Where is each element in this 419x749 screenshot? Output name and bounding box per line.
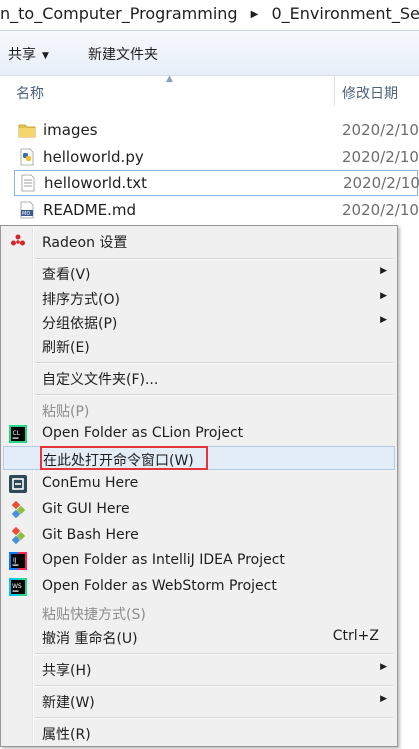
menu-label: 属性(R) bbox=[42, 727, 91, 743]
file-name: helloworld.txt bbox=[44, 174, 147, 192]
python-file-icon bbox=[20, 148, 34, 166]
file-row-selected[interactable]: helloworld.txt 2020/2/10 bbox=[14, 170, 419, 196]
highlight-box bbox=[40, 446, 208, 470]
menu-label: Git GUI Here bbox=[42, 501, 130, 517]
submenu-arrow-icon: ▶ bbox=[380, 266, 387, 276]
menu-item-paste-shortcut: 粘贴快捷方式(S) bbox=[3, 601, 395, 625]
menu-item-share[interactable]: 共享(H) ▶ bbox=[3, 657, 395, 681]
submenu-arrow-icon: ▶ bbox=[380, 315, 387, 325]
menu-item-new[interactable]: 新建(W) ▶ bbox=[3, 689, 395, 713]
conemu-icon bbox=[9, 475, 27, 493]
column-header: ▲ 名称 修改日期 bbox=[0, 74, 419, 106]
menu-label: Open Folder as IntelliJ IDEA Project bbox=[42, 552, 285, 568]
menu-label: 查看(V) bbox=[42, 267, 91, 283]
context-menu: Radeon 设置 查看(V) ▶ 排序方式(O) ▶ 分组依据(P) ▶ 刷新… bbox=[0, 225, 398, 747]
file-row[interactable]: MD README.md 2020/2/10 bbox=[14, 198, 419, 222]
chevron-down-icon: ▼ bbox=[42, 51, 49, 61]
menu-separator bbox=[35, 258, 393, 260]
menu-label: 刷新(E) bbox=[42, 340, 90, 356]
folder-icon bbox=[18, 124, 36, 138]
column-date-modified[interactable]: 修改日期 bbox=[342, 83, 398, 103]
file-name: helloworld.py bbox=[43, 148, 144, 166]
file-date: 2020/2/10 bbox=[342, 201, 419, 219]
menu-label: Open Folder as WebStorm Project bbox=[42, 578, 277, 594]
svg-text:MD: MD bbox=[22, 211, 30, 217]
sort-up-icon: ▲ bbox=[166, 74, 173, 84]
menu-item-webstorm[interactable]: WS Open Folder as WebStorm Project bbox=[3, 575, 395, 599]
intellij-icon: IJ bbox=[9, 552, 27, 570]
menu-item-git-bash[interactable]: Git Bash Here bbox=[3, 524, 395, 548]
menu-item-view[interactable]: 查看(V) ▶ bbox=[3, 261, 395, 285]
file-row[interactable]: helloworld.py 2020/2/10 bbox=[14, 145, 419, 169]
svg-text:IJ: IJ bbox=[13, 557, 17, 564]
submenu-arrow-icon: ▶ bbox=[380, 662, 387, 672]
submenu-arrow-icon: ▶ bbox=[380, 694, 387, 704]
menu-item-radeon[interactable]: Radeon 设置 bbox=[3, 229, 395, 253]
radeon-icon bbox=[11, 234, 25, 246]
file-date: 2020/2/10 bbox=[342, 148, 419, 166]
menu-item-git-gui[interactable]: Git GUI Here bbox=[3, 498, 395, 522]
webstorm-icon: WS bbox=[9, 578, 27, 596]
menu-label: Radeon 设置 bbox=[42, 235, 128, 251]
menu-item-undo-rename[interactable]: 撤消 重命名(U) Ctrl+Z bbox=[3, 625, 395, 649]
column-name[interactable]: 名称 bbox=[16, 83, 44, 103]
menu-label: 自定义文件夹(F)... bbox=[42, 372, 159, 388]
menu-item-refresh[interactable]: 刷新(E) bbox=[3, 334, 395, 358]
share-label: 共享 bbox=[8, 47, 36, 63]
menu-label: 撤消 重命名(U) bbox=[42, 631, 138, 647]
menu-item-properties[interactable]: 属性(R) bbox=[3, 721, 395, 745]
menu-separator bbox=[35, 685, 393, 687]
menu-label: 共享(H) bbox=[42, 663, 92, 679]
markdown-file-icon: MD bbox=[20, 201, 34, 219]
menu-label: 排序方式(O) bbox=[42, 292, 120, 308]
menu-separator bbox=[35, 362, 393, 364]
submenu-arrow-icon: ▶ bbox=[380, 291, 387, 301]
menu-item-open-command-window[interactable]: 在此处打开命令窗口(W) bbox=[3, 446, 395, 470]
menu-item-paste: 粘贴(P) bbox=[3, 398, 395, 422]
address-bar[interactable]: n_to_Computer_Programming ▶ 0_Environmen… bbox=[0, 0, 419, 31]
breadcrumb-segment[interactable]: n_to_Computer_Programming bbox=[0, 0, 238, 28]
menu-item-conemu[interactable]: ConEmu Here bbox=[3, 472, 395, 496]
menu-shortcut: Ctrl+Z bbox=[332, 628, 379, 644]
menu-item-clion[interactable]: CL Open Folder as CLion Project bbox=[3, 422, 395, 446]
menu-item-customize-folder[interactable]: 自定义文件夹(F)... bbox=[3, 366, 395, 390]
menu-label: Open Folder as CLion Project bbox=[42, 425, 244, 441]
toolbar: 共享 ▼ 新建文件夹 bbox=[0, 31, 419, 76]
column-divider[interactable] bbox=[334, 76, 335, 106]
clion-icon: CL bbox=[9, 425, 27, 443]
menu-label: Git Bash Here bbox=[42, 527, 139, 543]
text-file-icon bbox=[21, 174, 35, 192]
share-button[interactable]: 共享 ▼ bbox=[8, 44, 49, 64]
menu-separator bbox=[35, 394, 393, 396]
menu-label: 新建(W) bbox=[42, 695, 95, 711]
menu-label: ConEmu Here bbox=[42, 475, 139, 491]
menu-label: 粘贴(P) bbox=[42, 404, 90, 420]
menu-label: 分组依据(P) bbox=[42, 316, 118, 332]
new-folder-button[interactable]: 新建文件夹 bbox=[88, 44, 158, 64]
menu-label: 粘贴快捷方式(S) bbox=[42, 607, 146, 623]
breadcrumb-segment[interactable]: 0_Environment_Setup bbox=[271, 0, 419, 28]
svg-text:CL: CL bbox=[13, 430, 21, 437]
git-bash-icon bbox=[11, 527, 26, 545]
file-name: images bbox=[43, 121, 98, 139]
file-name: README.md bbox=[43, 201, 137, 219]
menu-item-sort-by[interactable]: 排序方式(O) ▶ bbox=[3, 286, 395, 310]
svg-text:WS: WS bbox=[12, 583, 22, 590]
menu-item-group-by[interactable]: 分组依据(P) ▶ bbox=[3, 310, 395, 334]
menu-separator bbox=[35, 653, 393, 655]
file-row[interactable]: images 2020/2/10 bbox=[14, 118, 419, 142]
breadcrumb-arrow-icon[interactable]: ▶ bbox=[251, 1, 259, 29]
menu-item-intellij[interactable]: IJ Open Folder as IntelliJ IDEA Project bbox=[3, 549, 395, 573]
file-date: 2020/2/10 bbox=[342, 121, 419, 139]
git-gui-icon bbox=[11, 501, 26, 519]
menu-separator bbox=[35, 717, 393, 719]
file-date: 2020/2/10 bbox=[343, 174, 419, 192]
